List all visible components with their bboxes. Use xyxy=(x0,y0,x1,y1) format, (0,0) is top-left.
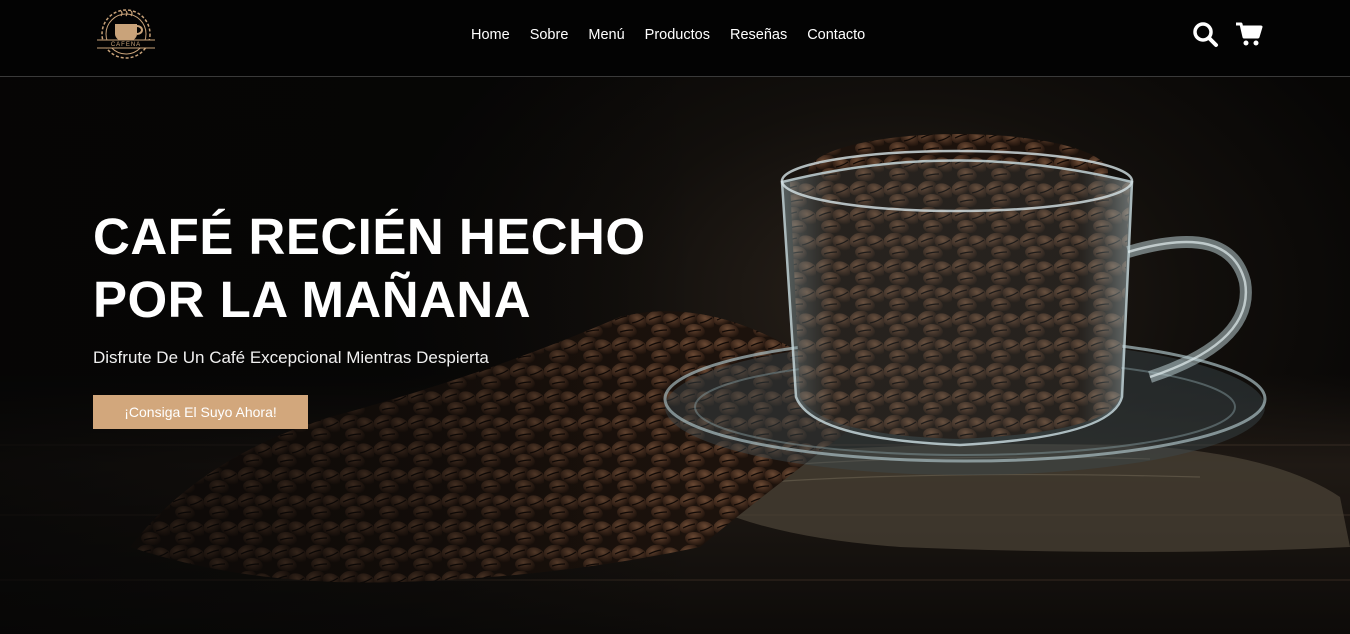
hero-title: CAFÉ RECIÉN HECHO POR LA MAÑANA xyxy=(93,205,653,331)
get-yours-button[interactable]: ¡Consiga El Suyo Ahora! xyxy=(93,395,308,429)
nav-item-menu[interactable]: Menú xyxy=(588,27,624,43)
coffee-cup-logo-icon xyxy=(97,9,155,59)
logo-wordmark: CAFENA xyxy=(110,42,142,48)
hero-title-line-2: POR LA MAÑANA xyxy=(93,271,532,328)
hero-section: CAFÉ RECIÉN HECHO POR LA MAÑANA Disfrute… xyxy=(0,77,1350,634)
site-header: CAFENA Home Sobre Menú Productos Reseñas… xyxy=(0,0,1350,77)
search-icon xyxy=(1193,22,1218,47)
main-nav: Home Sobre Menú Productos Reseñas Contac… xyxy=(461,24,885,46)
nav-item-resenas[interactable]: Reseñas xyxy=(730,27,787,43)
cart-button[interactable] xyxy=(1235,20,1263,48)
nav-item-home[interactable]: Home xyxy=(471,27,510,43)
search-button[interactable] xyxy=(1191,20,1219,48)
nav-item-productos[interactable]: Productos xyxy=(645,27,710,43)
hero-subtitle: Disfrute De Un Café Excepcional Mientras… xyxy=(93,348,489,367)
page: CAFENA Home Sobre Menú Productos Reseñas… xyxy=(0,0,1350,634)
cart-icon xyxy=(1236,22,1263,46)
nav-item-contacto[interactable]: Contacto xyxy=(807,27,865,43)
nav-item-sobre[interactable]: Sobre xyxy=(530,27,569,43)
brand-logo[interactable]: CAFENA xyxy=(93,8,159,62)
hero-title-line-1: CAFÉ RECIÉN HECHO xyxy=(93,208,646,265)
